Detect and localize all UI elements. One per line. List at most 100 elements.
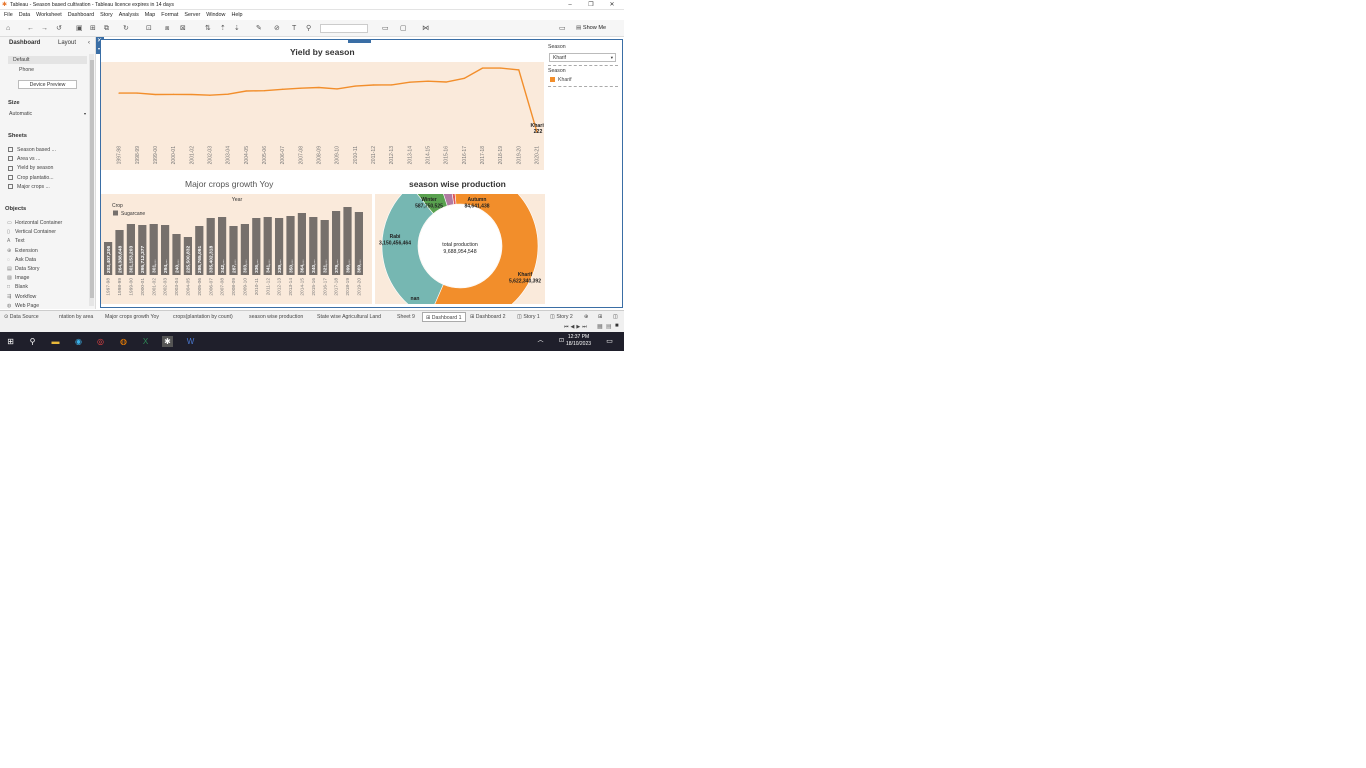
tab-sheet[interactable]: Sheet 9	[397, 314, 415, 320]
share-icon[interactable]: ⋈	[422, 24, 429, 33]
highlight-icon[interactable]: ✎	[256, 24, 262, 33]
device-preview-button[interactable]: Device Preview	[18, 80, 77, 89]
menu-format[interactable]: Format	[161, 12, 178, 18]
home-icon[interactable]: ⌂	[6, 24, 10, 33]
device-default[interactable]: Default	[13, 57, 29, 63]
tab-story-1[interactable]: ◫ Story 1	[517, 314, 540, 320]
tab-layout[interactable]: Layout	[58, 40, 76, 46]
object-ask-data[interactable]: ◌ Ask Data	[7, 257, 62, 266]
device-phone[interactable]: Phone	[19, 67, 34, 73]
sheet-navigation-icon[interactable]: ⏮◀▶⏭	[564, 324, 589, 330]
firefox-icon[interactable]: ◍	[118, 336, 129, 347]
windows-start-icon[interactable]: ⊞	[5, 336, 16, 347]
sheet-item[interactable]: Area vs ...	[8, 156, 56, 165]
undo-icon[interactable]: ←	[27, 24, 34, 33]
tab-dashboard-1[interactable]: ⊞ Dashboard 1	[422, 312, 466, 322]
present-mode-icon[interactable]: ▭	[559, 24, 566, 33]
yield-point	[354, 85, 356, 87]
close-icon[interactable]: ✕	[602, 0, 622, 10]
list-view-icon[interactable]: ▤	[606, 323, 612, 330]
word-icon[interactable]: W	[185, 336, 196, 347]
tab-story-2[interactable]: ◫ Story 2	[550, 314, 573, 320]
tab-sheet[interactable]: Major crops growth Yoy	[105, 314, 159, 320]
sort-desc-icon[interactable]: ⇣	[234, 24, 240, 33]
new-worksheet-icon[interactable]: ⊕	[584, 314, 588, 320]
labels-icon[interactable]: T	[292, 24, 296, 33]
fit-dropdown[interactable]	[320, 24, 368, 33]
tab-dashboard-2[interactable]: ⊞ Dashboard 2	[470, 314, 506, 320]
duplicate-icon[interactable]: ⧈	[165, 24, 169, 33]
edge-icon[interactable]: ◉	[73, 336, 84, 347]
grid-view-icon[interactable]: ▦	[597, 323, 603, 330]
drag-handle[interactable]	[348, 39, 371, 43]
file-explorer-icon[interactable]: ▬	[50, 336, 61, 347]
restore-icon[interactable]: ❐	[581, 0, 601, 10]
minimize-icon[interactable]: –	[560, 0, 580, 10]
taskbar-clock[interactable]: 12:37 PM 18/10/2023	[566, 334, 591, 348]
tabs-view-icon[interactable]: ■	[615, 323, 619, 329]
season-filter-dropdown[interactable]: Kharif ▾	[549, 53, 616, 62]
yield-chart-panel[interactable]: 1997-98 1998-99 1999-00 2000-01 2001-02 2002-…	[101, 62, 546, 170]
scrollbar-thumb[interactable]	[89, 60, 94, 298]
tab-sheet[interactable]: State wise Agricultural Land	[317, 314, 381, 320]
menu-window[interactable]: Window	[206, 12, 225, 18]
menu-story[interactable]: Story	[100, 12, 113, 18]
legend-item-kharif[interactable]: Kharif	[558, 77, 572, 83]
chrome-icon[interactable]: ◎	[95, 336, 106, 347]
new-sheet-icon[interactable]: ⊡	[146, 24, 152, 33]
swap-icon[interactable]: ⇅	[205, 24, 211, 33]
clear-icon[interactable]: ⊠	[180, 24, 186, 33]
save-icon[interactable]: ▣	[76, 24, 83, 33]
menu-map[interactable]: Map	[145, 12, 156, 18]
sheet-item[interactable]: Season based ...	[8, 147, 56, 156]
menu-help[interactable]: Help	[231, 12, 242, 18]
new-datasource-icon[interactable]: ⊞	[90, 24, 96, 33]
collapse-pane-icon[interactable]: ‹	[88, 40, 90, 46]
object-blank[interactable]: □ Blank	[7, 284, 62, 293]
pin-icon[interactable]: ⚲	[306, 24, 311, 33]
excel-icon[interactable]: X	[140, 336, 151, 347]
object-extension[interactable]: ⊕ Extension	[7, 248, 62, 257]
menu-analysis[interactable]: Analysis	[119, 12, 139, 18]
side-pane-scrollbar[interactable]	[89, 54, 94, 306]
new-dashboard-icon[interactable]: ⊞	[598, 314, 602, 320]
new-story-icon[interactable]: ◫	[613, 314, 618, 320]
tableau-app-icon[interactable]: ✱	[162, 336, 173, 347]
show-me-button[interactable]: ▤ Show Me	[576, 25, 606, 31]
card-icon[interactable]: ▭	[382, 24, 389, 33]
redo-icon[interactable]: →	[41, 24, 48, 33]
season-chart-panel[interactable]: total production 9,688,954,548 Winter 587,7…	[375, 194, 545, 304]
object-workflow[interactable]: ⇶ Workflow	[7, 294, 62, 303]
menu-server[interactable]: Server	[184, 12, 200, 18]
tab-dashboard[interactable]: Dashboard	[9, 40, 40, 46]
group-icon[interactable]: ⊘	[274, 24, 280, 33]
pause-updates-icon[interactable]: ⧉	[104, 24, 109, 33]
tab-sheet[interactable]: ntation by area	[59, 314, 93, 320]
chevron-down-icon[interactable]: ▾	[84, 111, 86, 116]
refresh-icon[interactable]: ↻	[123, 24, 129, 33]
object-horizontal-container[interactable]: ▭ Horizontal Container	[7, 220, 62, 229]
notifications-icon[interactable]: ▭	[604, 336, 615, 347]
object-data-story[interactable]: ▤ Data Story	[7, 266, 62, 275]
object-vertical-container[interactable]: ▯ Vertical Container	[7, 229, 62, 238]
search-icon[interactable]: ⚲	[27, 336, 38, 347]
menu-worksheet[interactable]: Worksheet	[36, 12, 62, 18]
tab-sheet[interactable]: crops(plantation by count)	[173, 314, 233, 320]
size-select[interactable]: Automatic	[9, 111, 32, 117]
presentation-icon[interactable]: ▢	[400, 24, 407, 33]
chevron-up-icon[interactable]: ︿	[535, 336, 546, 347]
object-text[interactable]: A Text	[7, 238, 62, 247]
sort-asc-icon[interactable]: ⇡	[220, 24, 226, 33]
menu-file[interactable]: File	[4, 12, 13, 18]
menu-dashboard[interactable]: Dashboard	[68, 12, 94, 18]
sheet-item[interactable]: Yield by season	[8, 165, 56, 174]
crops-chart-panel[interactable]: Year Crop Sugarcane 203,407,206 1997-98 264,3…	[101, 194, 372, 304]
sheet-item[interactable]: Crop plantatio...	[8, 175, 56, 184]
tab-sheet[interactable]: season wise production	[249, 314, 303, 320]
tab-data-source[interactable]: ⊙ Data Source	[4, 314, 39, 320]
center-value: 9,688,954,548	[443, 249, 476, 255]
object-image[interactable]: ▨ Image	[7, 275, 62, 284]
menu-data[interactable]: Data	[19, 12, 30, 18]
replay-icon[interactable]: ↺	[56, 24, 62, 33]
sheet-item[interactable]: Major crops ...	[8, 184, 56, 193]
